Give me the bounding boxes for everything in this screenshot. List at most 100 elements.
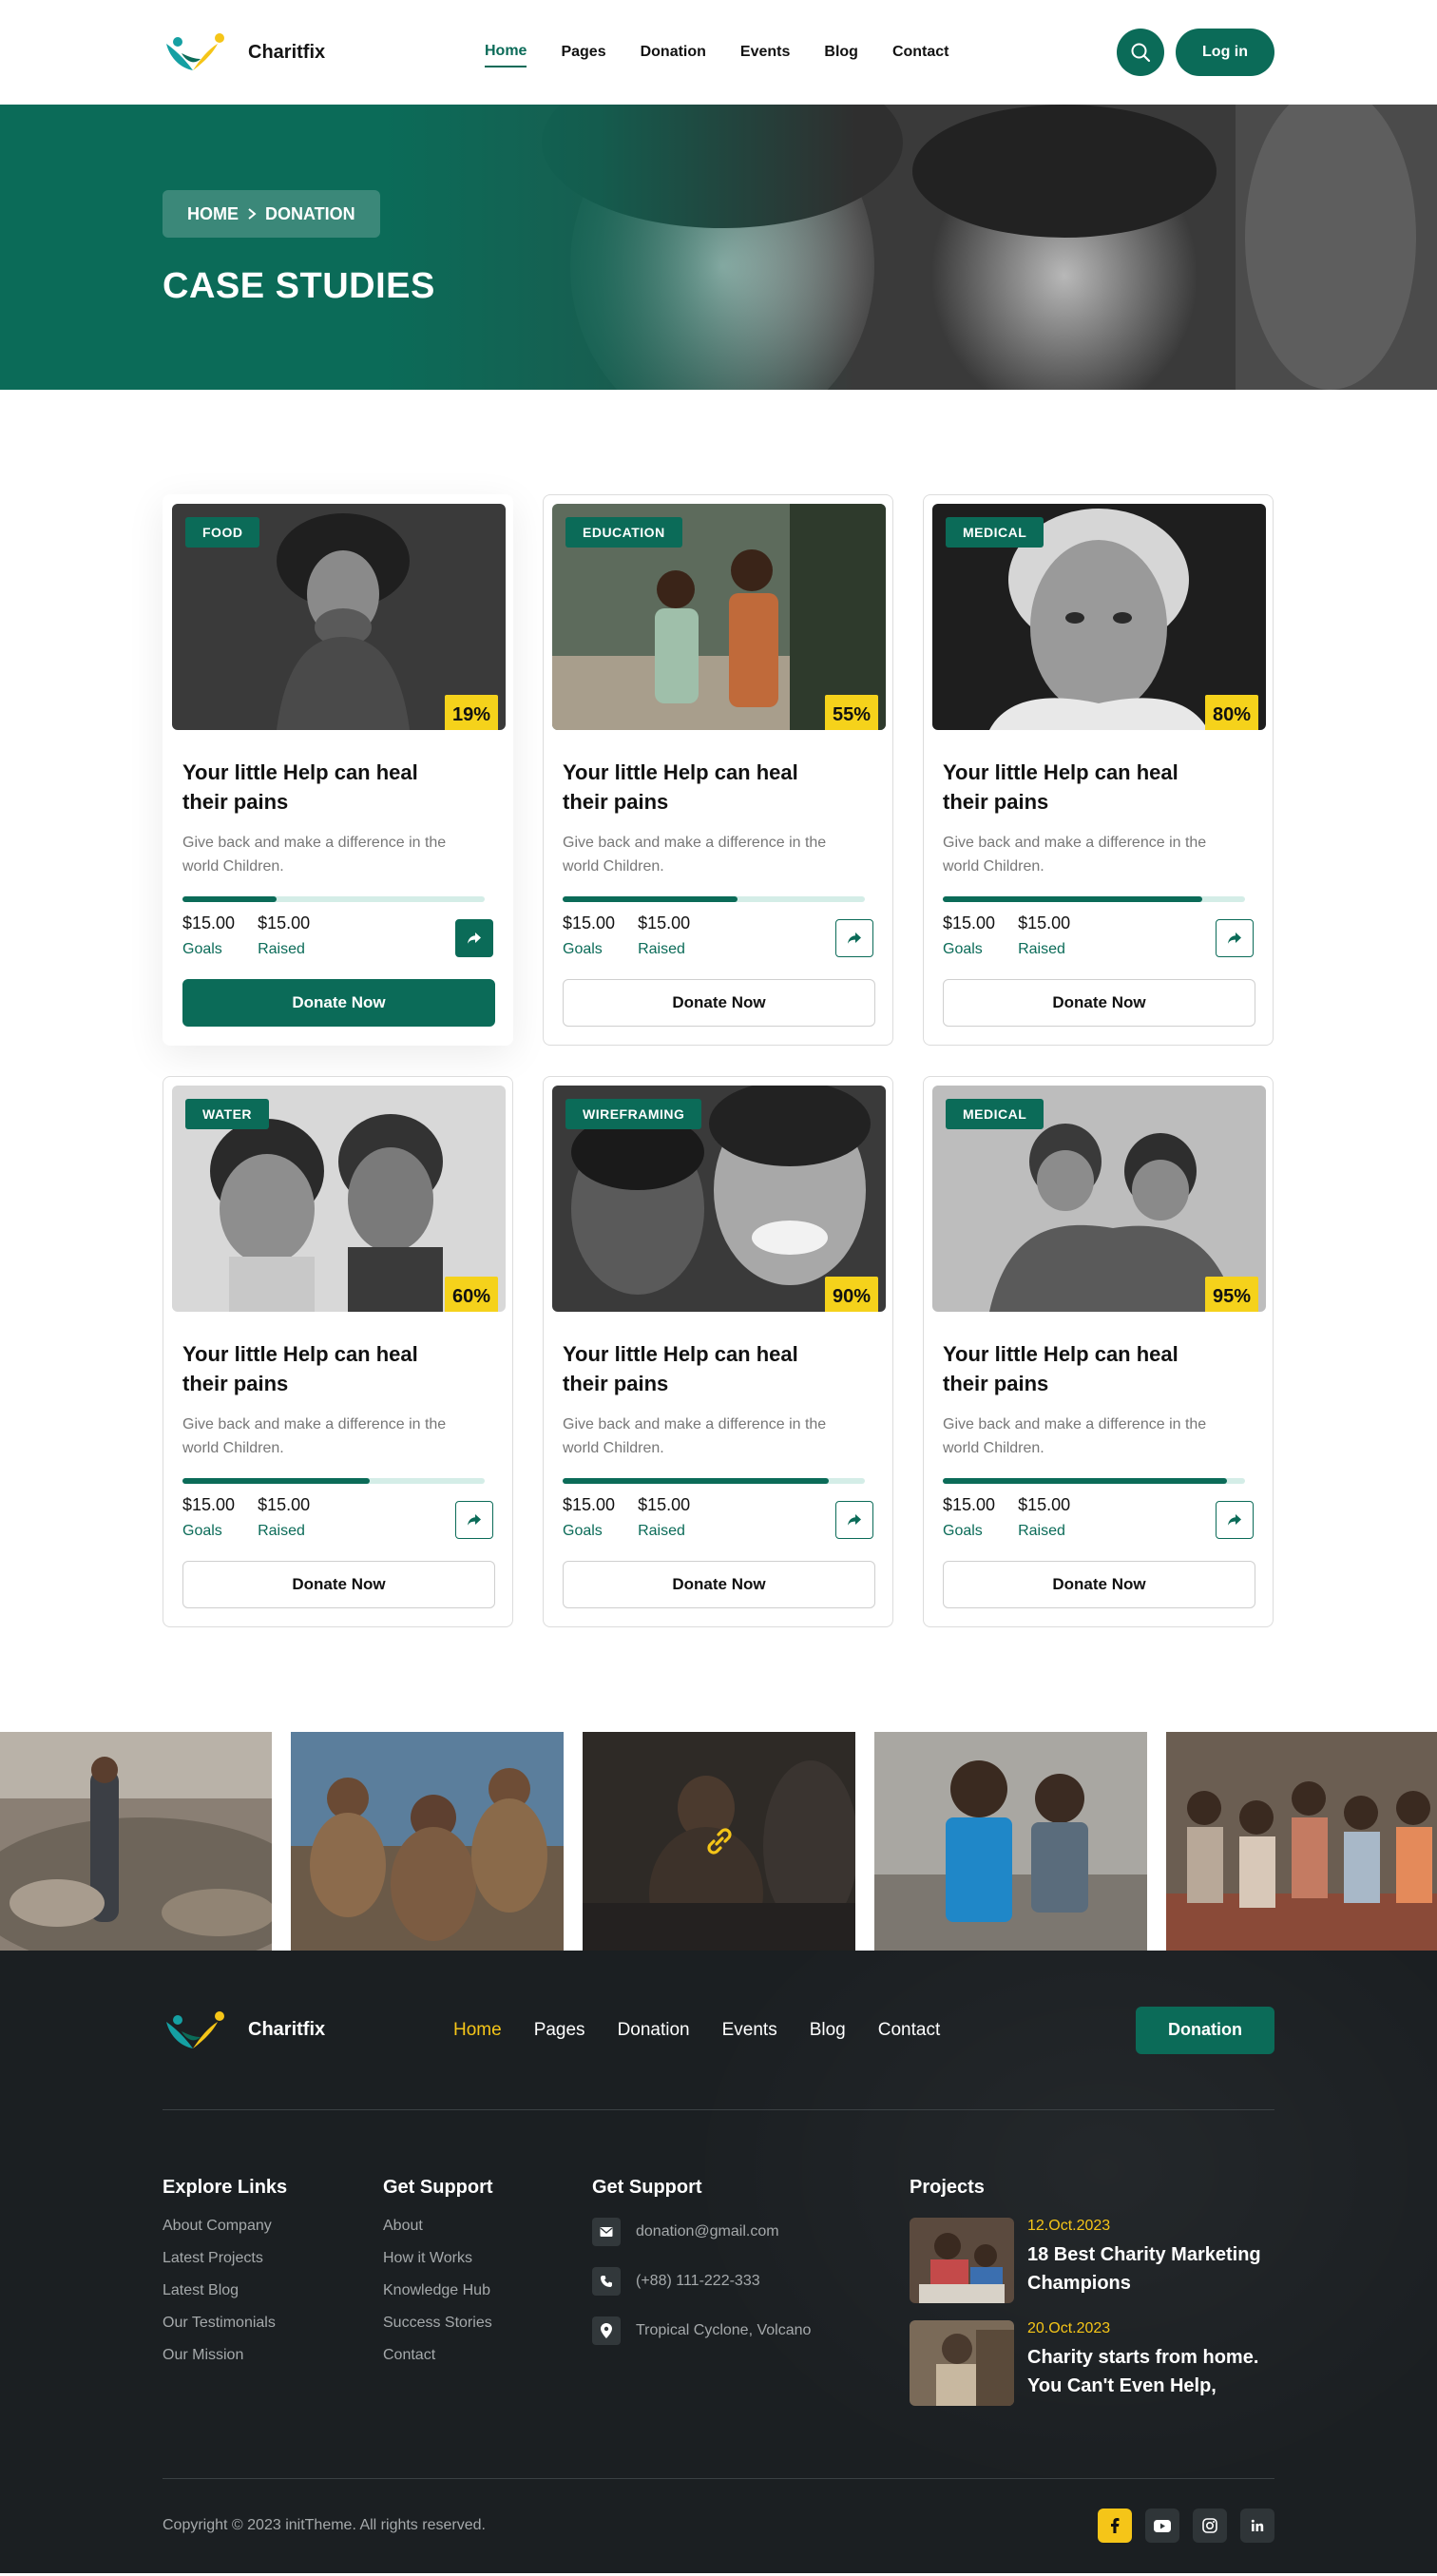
support-link[interactable]: How it Works [383,2250,493,2267]
breadcrumb-home[interactable]: HOME [187,204,239,224]
search-button[interactable] [1117,29,1165,76]
footer-logo[interactable]: Charitfix [163,2009,325,2052]
nav-contact[interactable]: Contact [892,38,949,67]
raised-label: Raised [638,1522,685,1539]
share-icon [848,932,861,944]
site-header: Charitfix Home Pages Donation Events Blo… [0,0,1437,105]
facebook-icon[interactable] [1098,2509,1132,2543]
gallery-image[interactable] [291,1732,564,1951]
support-link[interactable]: Success Stories [383,2315,493,2332]
percent-badge: 19% [444,695,498,730]
card-description: Give back and make a difference in the w… [943,1415,1207,1457]
email-icon [592,2218,621,2246]
raised-label: Raised [1018,1522,1065,1539]
progress-fill [563,895,738,902]
support-link[interactable]: Knowledge Hub [383,2282,493,2299]
donate-now-button[interactable]: Donate Now [943,978,1255,1027]
category-tag[interactable]: MEDICAL [946,517,1044,548]
card-title[interactable]: Your little Help can heal their pains [943,1340,1190,1399]
login-button[interactable]: Log in [1176,29,1274,76]
progress-fill [563,1477,829,1484]
nav-pages[interactable]: Pages [561,38,605,67]
contact-column: Get Support donation@gmail.com (+88) 111… [592,2177,811,2366]
footer-donation-button[interactable]: Donation [1136,2006,1274,2054]
support-link[interactable]: Contact [383,2347,493,2364]
percent-badge: 60% [444,1277,498,1312]
gallery-image[interactable] [583,1732,855,1951]
support-link[interactable]: About [383,2218,493,2235]
share-button[interactable] [1216,1500,1254,1539]
youtube-icon[interactable] [1145,2509,1179,2543]
card-image[interactable]: MEDICAL 80% [932,504,1266,730]
explore-link[interactable]: Our Mission [163,2347,287,2364]
brand-logo[interactable]: Charitfix [163,30,325,74]
footer-nav-home[interactable]: Home [453,2020,502,2041]
explore-link[interactable]: Our Testimonials [163,2315,287,2332]
nav-events[interactable]: Events [740,38,790,67]
nav-home[interactable]: Home [485,37,527,67]
contact-email[interactable]: donation@gmail.com [592,2218,811,2246]
nav-blog[interactable]: Blog [824,38,858,67]
footer-nav-events[interactable]: Events [722,2020,777,2041]
card-image[interactable]: WIREFRAMING 90% [552,1086,886,1312]
gallery-image[interactable] [874,1732,1147,1951]
card-title[interactable]: Your little Help can heal their pains [563,1340,810,1399]
donate-now-button[interactable]: Donate Now [182,978,495,1027]
project-title[interactable]: 18 Best Charity Marketing Champions [1027,2240,1279,2297]
share-button[interactable] [1216,918,1254,957]
card-image[interactable]: FOOD 19% [172,504,506,730]
donate-now-button[interactable]: Donate Now [563,978,875,1027]
contact-phone[interactable]: (+88) 111-222-333 [592,2267,811,2296]
card-image[interactable]: EDUCATION 55% [552,504,886,730]
card-title[interactable]: Your little Help can heal their pains [182,759,430,817]
card-image[interactable]: MEDICAL 95% [932,1086,1266,1312]
project-thumbnail [910,2320,1014,2406]
explore-link[interactable]: About Company [163,2218,287,2235]
category-tag[interactable]: WATER [185,1099,270,1129]
goal-label: Goals [563,1522,603,1539]
explore-links-column: Explore Links About Company Latest Proje… [163,2177,287,2379]
share-button[interactable] [455,1500,493,1539]
share-button[interactable] [455,918,493,957]
category-tag[interactable]: MEDICAL [946,1099,1044,1129]
project-item[interactable]: 12.Oct.2023 18 Best Charity Marketing Ch… [910,2218,1279,2303]
donate-now-button[interactable]: Donate Now [182,1560,495,1608]
donate-now-button[interactable]: Donate Now [943,1560,1255,1608]
card-title[interactable]: Your little Help can heal their pains [563,759,810,817]
footer-nav-contact[interactable]: Contact [878,2020,940,2041]
explore-link[interactable]: Latest Projects [163,2250,287,2267]
donation-card: WIREFRAMING 90% Your little Help can heal … [543,1076,893,1627]
contact-phone-text: (+88) 111-222-333 [636,2273,760,2289]
footer-nav-blog[interactable]: Blog [810,2020,846,2041]
nav-donation[interactable]: Donation [641,38,706,67]
share-button[interactable] [835,1500,873,1539]
raised-amount: $15.00 [258,913,311,932]
category-tag[interactable]: EDUCATION [565,517,682,548]
share-icon [468,1513,481,1526]
explore-link[interactable]: Latest Blog [163,2282,287,2299]
support-links-column: Get Support About How it Works Knowledge… [383,2177,493,2379]
progress-bar [182,895,485,902]
card-title[interactable]: Your little Help can heal their pains [943,759,1190,817]
instagram-icon[interactable] [1193,2509,1227,2543]
social-links [1098,2509,1274,2543]
donate-now-button[interactable]: Donate Now [563,1560,875,1608]
goal-label: Goals [182,1522,222,1539]
project-title[interactable]: Charity starts from home. You Can't Even… [1027,2343,1279,2400]
footer-nav-donation[interactable]: Donation [618,2020,690,2041]
card-image[interactable]: WATER 60% [172,1086,506,1312]
location-pin-icon [592,2316,621,2345]
gallery-image[interactable] [0,1732,272,1951]
category-tag[interactable]: WIREFRAMING [565,1099,702,1129]
goal-label: Goals [943,1522,983,1539]
project-item[interactable]: 20.Oct.2023 Charity starts from home. Yo… [910,2320,1279,2406]
footer-nav-pages[interactable]: Pages [534,2020,585,2041]
gallery-image[interactable] [1166,1732,1437,1951]
linkedin-icon[interactable] [1240,2509,1274,2543]
card-title[interactable]: Your little Help can heal their pains [182,1340,430,1399]
category-tag[interactable]: FOOD [185,517,260,548]
share-button[interactable] [835,918,873,957]
card-description: Give back and make a difference in the w… [563,1415,827,1457]
project-thumbnail [910,2218,1014,2303]
support-heading: Get Support [383,2177,493,2198]
